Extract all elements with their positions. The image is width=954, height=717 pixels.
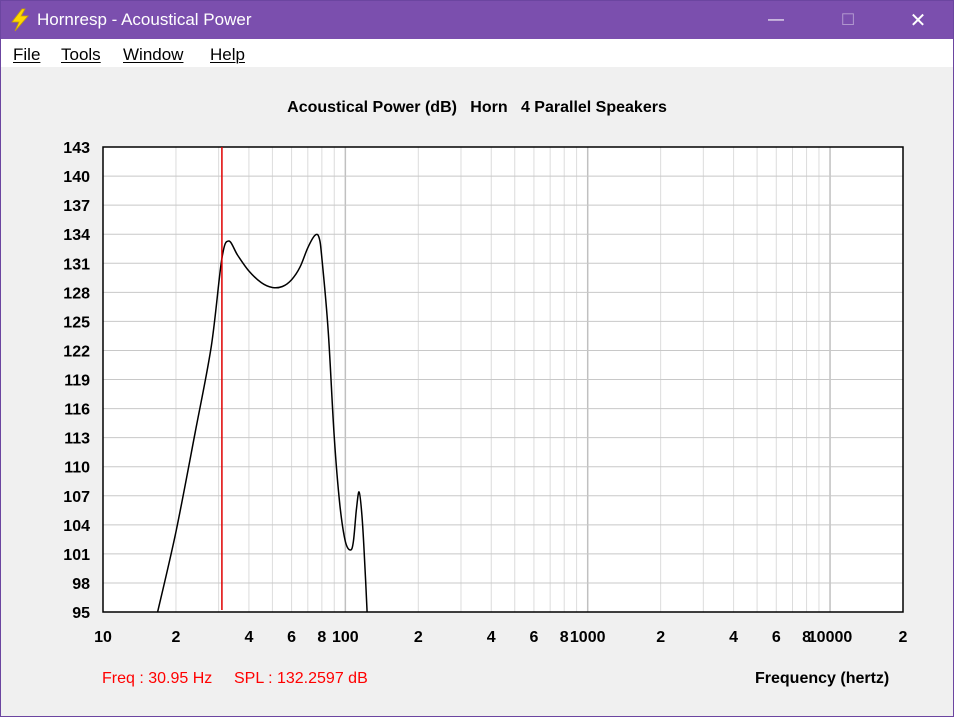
x-tick-label: 8	[560, 629, 569, 646]
x-tick-label: 4	[487, 629, 496, 646]
y-tick-label: 134	[63, 227, 90, 244]
x-tick-label: 2	[172, 629, 181, 646]
x-axis-label: Frequency (hertz)	[755, 670, 890, 687]
x-tick-label: 4	[729, 629, 738, 646]
y-tick-label: 110	[64, 460, 90, 477]
y-tick-label: 116	[64, 402, 90, 419]
x-tick-label: 10	[94, 629, 112, 646]
y-tick-label: 104	[63, 518, 90, 535]
x-tick-label: 100	[332, 629, 359, 646]
spl-readout: SPL : 132.2597 dB	[234, 670, 368, 687]
x-tick-label: 8	[317, 629, 326, 646]
y-tick-label: 119	[64, 373, 90, 390]
y-tick-label: 101	[63, 547, 90, 564]
y-tick-label: 128	[63, 285, 90, 302]
y-tick-label: 98	[72, 576, 90, 593]
y-tick-label: 107	[63, 489, 90, 506]
y-tick-label: 95	[72, 605, 90, 622]
x-tick-label: 6	[772, 629, 781, 646]
x-tick-label: 2	[414, 629, 423, 646]
y-tick-label: 131	[63, 256, 90, 273]
x-tick-label: 10000	[808, 629, 853, 646]
y-tick-label: 140	[63, 169, 90, 186]
app-window: Hornresp - Acoustical Power — ☐ ✕ File T…	[0, 0, 954, 717]
x-tick-label: 1000	[570, 629, 606, 646]
y-tick-label: 122	[63, 343, 90, 360]
y-tick-label: 137	[63, 198, 90, 215]
acoustical-power-chart[interactable]: 9598101104107110113116119122125128131134…	[1, 1, 953, 671]
x-tick-label: 2	[899, 629, 908, 646]
frequency-readout: Freq : 30.95 Hz	[102, 670, 213, 687]
x-tick-label: 4	[244, 629, 253, 646]
x-tick-label: 6	[287, 629, 296, 646]
y-tick-label: 113	[64, 431, 90, 448]
x-tick-label: 6	[529, 629, 538, 646]
y-tick-label: 125	[63, 314, 90, 331]
y-tick-label: 143	[63, 140, 90, 157]
x-tick-label: 2	[656, 629, 665, 646]
